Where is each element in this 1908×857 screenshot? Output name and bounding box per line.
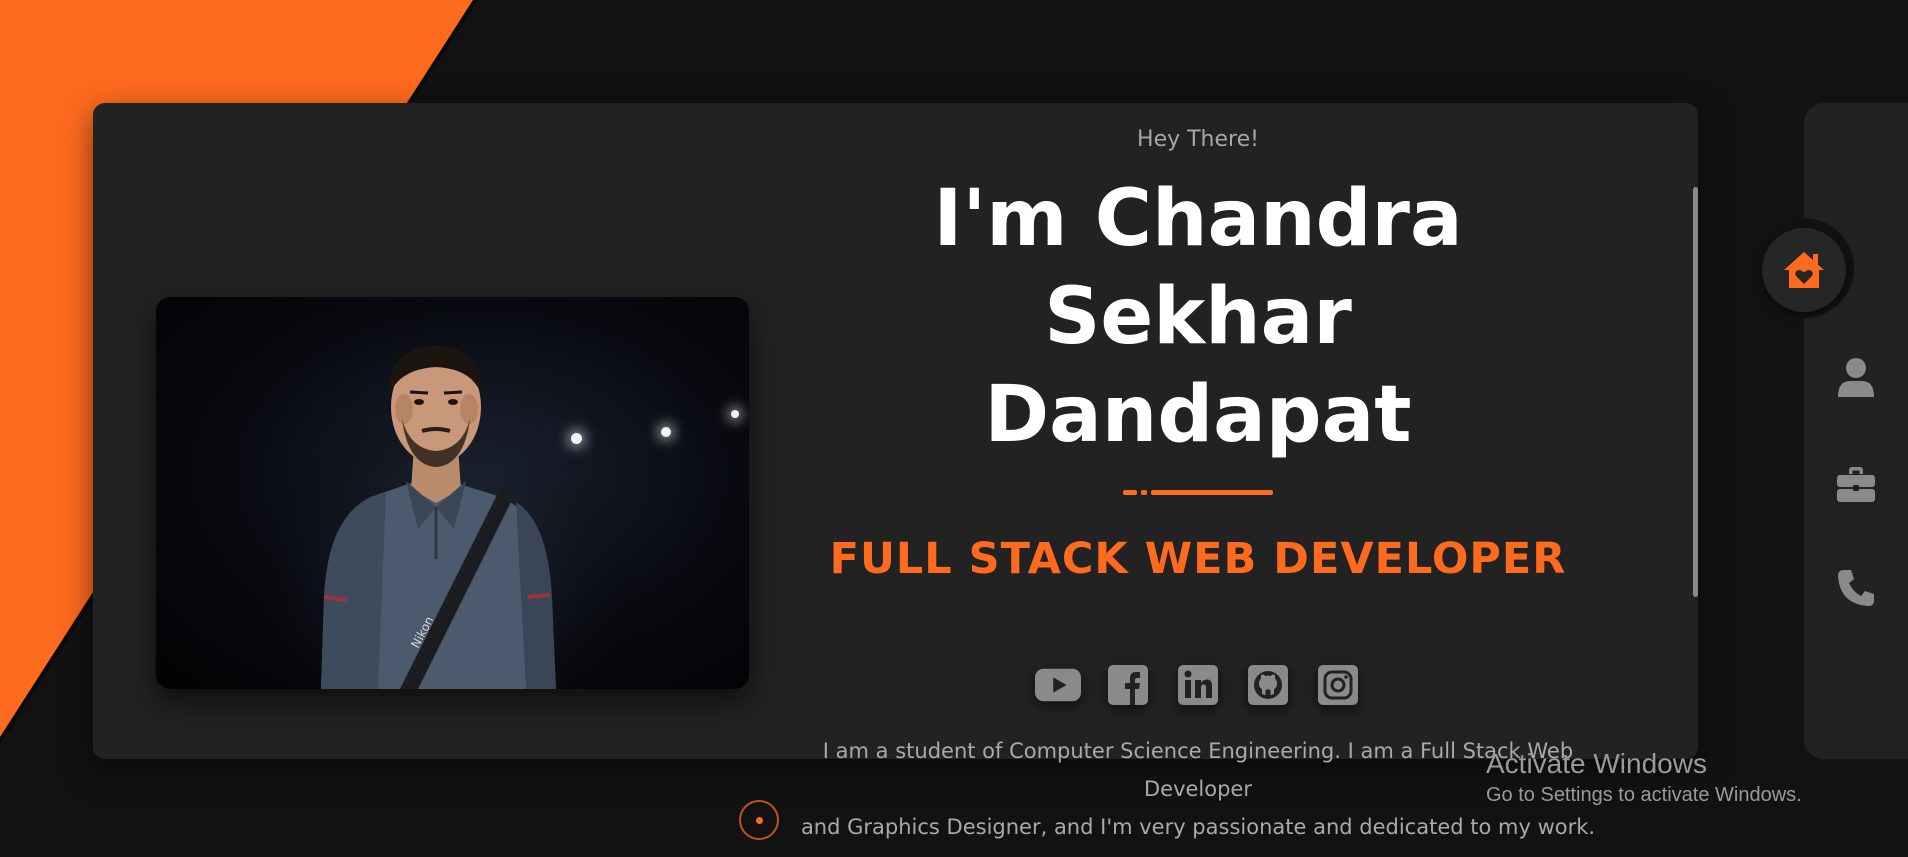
home-icon <box>1784 252 1824 288</box>
scroll-down-indicator[interactable] <box>739 800 779 840</box>
activate-windows-watermark: Activate Windows Go to Settings to activ… <box>1486 748 1802 807</box>
activate-windows-subtitle: Go to Settings to activate Windows. <box>1486 784 1802 806</box>
sidebar-nav <box>1804 103 1908 759</box>
github-icon[interactable] <box>1245 662 1291 708</box>
hero-content: Hey There! I'm Chandra Sekhar Dandapat F… <box>783 103 1613 846</box>
name-line-2: Dandapat <box>984 370 1412 460</box>
phone-icon <box>1838 570 1874 606</box>
greeting-text: Hey There! <box>1137 127 1259 152</box>
name-line-1: I'm Chandra Sekhar <box>933 174 1463 362</box>
hero-card: Nikon Hey There! I'm Chandra Sekhar Dand… <box>93 103 1698 839</box>
sidebar-item-home[interactable] <box>1762 228 1846 312</box>
sidebar-item-about[interactable] <box>1834 355 1878 399</box>
linkedin-icon[interactable] <box>1175 662 1221 708</box>
social-links <box>783 662 1613 708</box>
title-divider <box>1123 490 1273 496</box>
scroll-dot <box>756 817 763 824</box>
instagram-icon[interactable] <box>1315 662 1361 708</box>
youtube-icon[interactable] <box>1035 662 1081 708</box>
card-scrollbar[interactable] <box>1693 187 1698 597</box>
page-title: I'm Chandra Sekhar Dandapat <box>783 170 1613 464</box>
sidebar-item-portfolio[interactable] <box>1834 462 1878 506</box>
role-subtitle: FULL STACK WEB DEVELOPER <box>829 534 1567 584</box>
profile-photo: Nikon <box>156 297 749 689</box>
facebook-icon[interactable] <box>1105 662 1151 708</box>
person-figure: Nikon <box>231 345 651 689</box>
briefcase-icon <box>1837 467 1875 502</box>
activate-windows-title: Activate Windows <box>1486 748 1707 779</box>
bio-line-2: and Graphics Designer, and I'm very pass… <box>800 815 1596 839</box>
sidebar-item-contact[interactable] <box>1834 566 1878 610</box>
user-icon <box>1838 358 1874 397</box>
